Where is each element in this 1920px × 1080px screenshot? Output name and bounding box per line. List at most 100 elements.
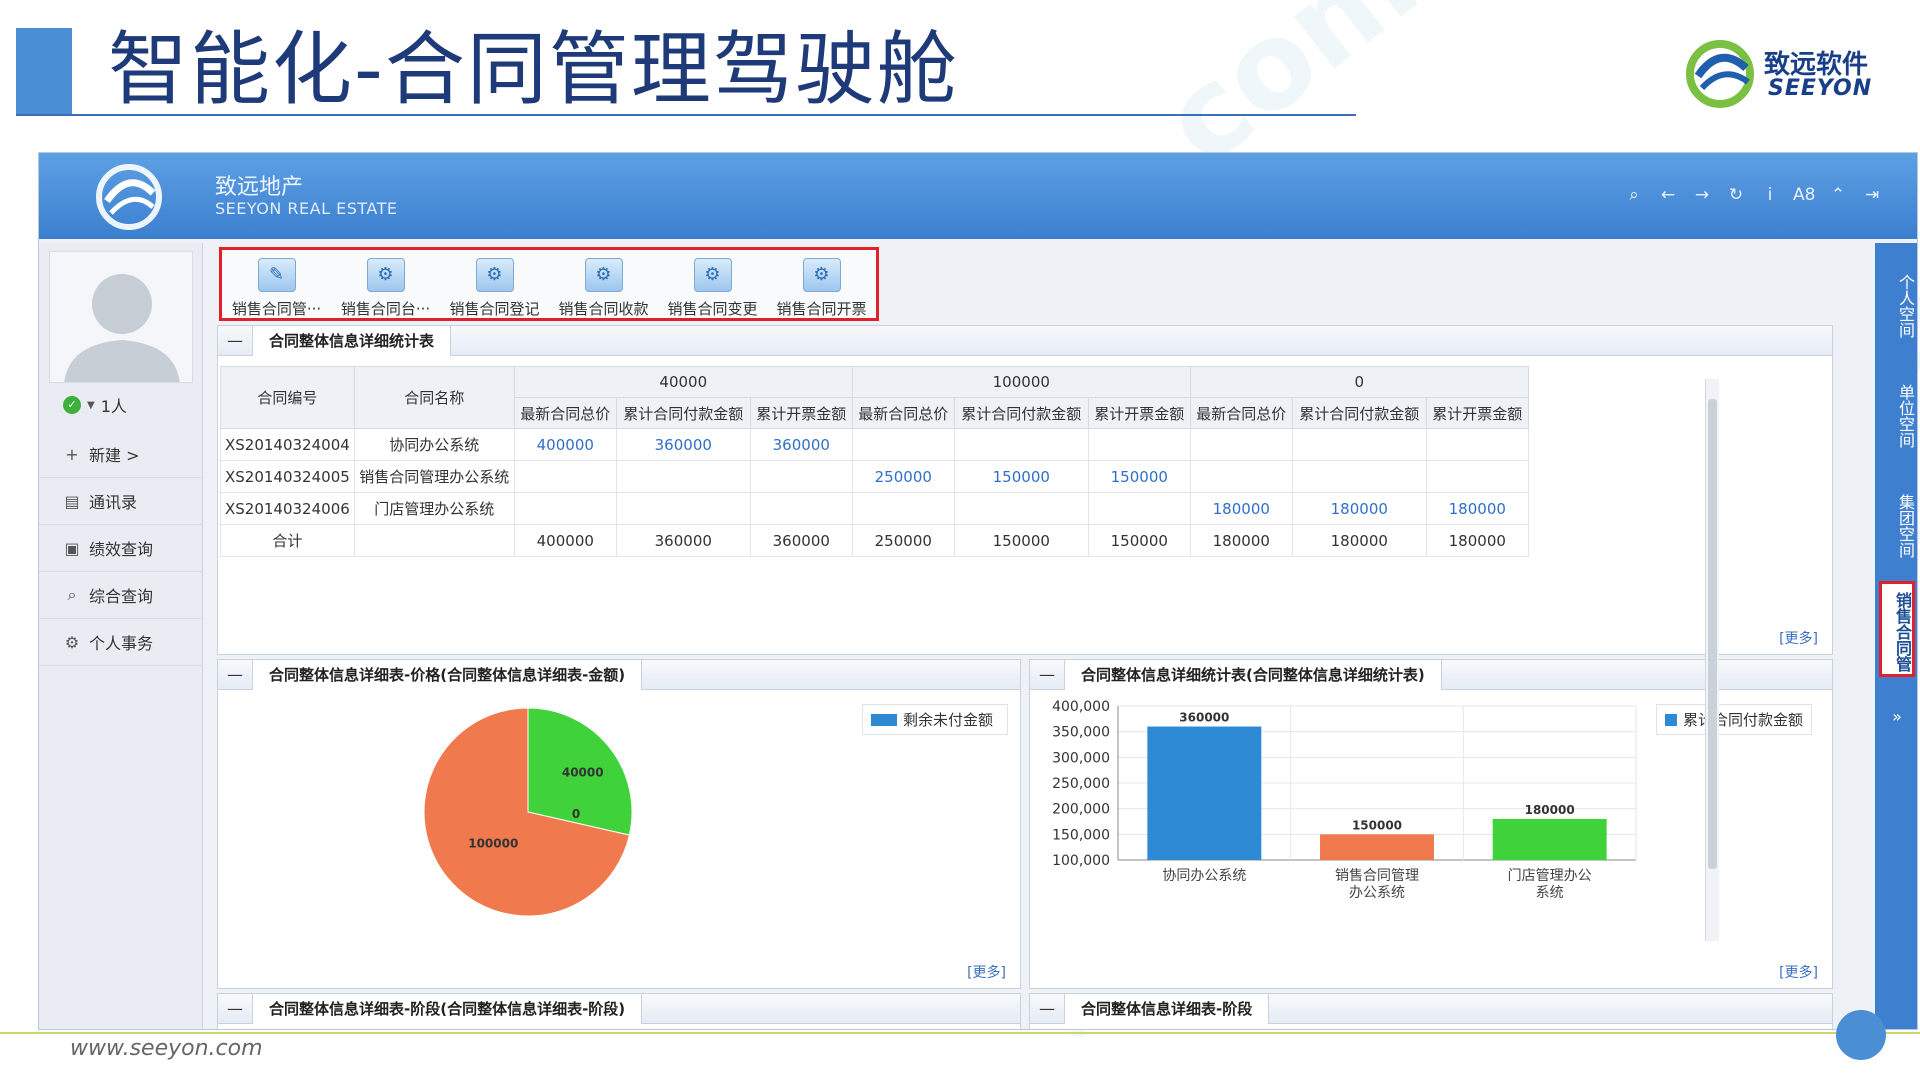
stage-panel-left-title: 合同整体信息详细表-阶段(合同整体信息详细表-阶段) [252, 993, 643, 1024]
avatar[interactable] [49, 251, 193, 383]
shortcut-label: 销售合同管··· [231, 300, 322, 318]
performance-icon: ▣ [64, 538, 80, 558]
stats-panel: — 合同整体信息详细统计表 合同编号 合同名称 40000 100000 0 最新合同总价… [217, 325, 1833, 655]
y-tick-label: 300,000 [1052, 750, 1110, 766]
table-cell [1087, 428, 1191, 461]
table-cell[interactable]: 400000 [513, 428, 617, 461]
total-row: 合计 400000 360000 360000 250000 150000 150000 18… [220, 524, 1529, 557]
table-cell [851, 428, 955, 461]
table-row[interactable]: XS20140324004 协同办公系统 400000 360000 360000 [220, 428, 1529, 461]
refresh-icon[interactable]: ↻ [1725, 183, 1747, 207]
bar-data-label: 150000 [1352, 818, 1402, 832]
collapse-button[interactable]: — [1030, 665, 1064, 684]
right-tab-4[interactable]: » [1879, 699, 1915, 739]
shortcut-button[interactable]: ✎ 销售合同管··· [222, 250, 331, 318]
column-header: 累计合同付款金额 [615, 397, 751, 429]
more-link[interactable]: [更多] [967, 962, 1006, 982]
bar-data-label: 360000 [1179, 711, 1229, 725]
sidebar-item-2[interactable]: ▣ 绩效查询 [39, 525, 203, 572]
column-header: 累计开票金额 [1425, 397, 1529, 429]
back-icon[interactable]: ← [1657, 183, 1679, 207]
more-link[interactable]: [更多] [1779, 628, 1818, 648]
table-cell[interactable]: 150000 [953, 460, 1089, 493]
shortcut-button[interactable]: ⚙ 销售合同收款 [549, 250, 658, 318]
table-cell[interactable]: 180000 [1425, 492, 1529, 525]
bar-panel-title: 合同整体信息详细统计表(合同整体信息详细统计表) [1064, 659, 1442, 690]
left-sidebar: ✓ ▼ 1人 +新建 >▤通讯录▣绩效查询⌕综合查询⚙个人事务 6% 消息 [39, 243, 203, 1029]
shortcut-label: 销售合同变更 [667, 300, 758, 318]
collapse-icon[interactable]: ⌃ [1827, 183, 1849, 207]
pie-data-label: 100000 [468, 837, 518, 851]
gear-icon: ⚙ [584, 258, 623, 292]
x-tick-label: 销售合同管理 [1335, 868, 1419, 884]
table-cell [513, 492, 617, 525]
contract-number: XS20140324006 [220, 492, 355, 525]
vertical-scrollbar[interactable] [1705, 379, 1719, 941]
table-cell[interactable]: 150000 [1087, 460, 1191, 493]
column-header: 合同名称 [353, 366, 515, 429]
table-cell[interactable]: 360000 [615, 428, 751, 461]
shortcut-button[interactable]: ⚙ 销售合同开票 [767, 250, 876, 318]
shortcut-button[interactable]: ⚙ 销售合同登记 [440, 250, 549, 318]
footer-divider [0, 1032, 1920, 1034]
more-link[interactable]: [更多] [1779, 962, 1818, 982]
table-cell [1189, 428, 1293, 461]
info-icon[interactable]: i [1759, 183, 1781, 207]
column-header: 累计开票金额 [1087, 397, 1191, 429]
bar[interactable] [1320, 834, 1434, 860]
sidebar-item-4[interactable]: ⚙ 个人事务 [39, 619, 203, 666]
pie-legend[interactable]: 剩余未付金额 [862, 704, 1008, 735]
bar-legend[interactable]: 累计合同付款金额 [1656, 704, 1812, 735]
sidebar-item-0[interactable]: + 新建 > [39, 431, 203, 478]
tool-icon: ✎ [257, 258, 296, 292]
right-tab-3[interactable]: 销售合同管 [1879, 581, 1915, 677]
y-tick-label: 200,000 [1052, 802, 1110, 818]
title-divider [16, 114, 1356, 116]
title-accent-bar [16, 28, 72, 114]
forward-icon[interactable]: → [1691, 183, 1713, 207]
table-cell [513, 460, 617, 493]
sidebar-item-3[interactable]: ⌕ 综合查询 [39, 572, 203, 619]
total-cell: 180000 [1291, 524, 1427, 557]
bar[interactable] [1492, 818, 1607, 860]
shortcut-label: 销售合同台··· [340, 300, 431, 318]
right-tab-0[interactable]: 个人空间 [1879, 257, 1915, 349]
collapse-button[interactable]: — [1030, 999, 1064, 1018]
chevron-down-icon: ▼ [87, 399, 95, 411]
sidebar-item-label: 新建 > [89, 446, 140, 465]
header-toolbar: ⌕ ← → ↻ i A8 ⌃ ⇥ [1623, 183, 1883, 207]
shortcut-bar: ✎ 销售合同管··· ⚙ 销售合同台··· ⚙ 销售合同登记 ⚙ 销售合同收款 ⚙ 销售合同变更 ⚙… [219, 247, 879, 321]
shortcut-label: 销售合同开票 [776, 300, 867, 318]
collapse-button[interactable]: — [218, 999, 252, 1018]
collapse-button[interactable]: — [218, 665, 252, 684]
logout-icon[interactable]: ⇥ [1861, 183, 1883, 207]
table-cell[interactable]: 250000 [851, 460, 955, 493]
pie-panel-title: 合同整体信息详细表-价格(合同整体信息详细表-金额) [252, 659, 643, 690]
search-icon[interactable]: ⌕ [1623, 183, 1645, 207]
x-tick-label: 协同办公系统 [1162, 868, 1246, 884]
font-size-icon[interactable]: A8 [1793, 183, 1815, 207]
shortcut-button[interactable]: ⚙ 销售合同台··· [331, 250, 440, 318]
table-cell[interactable]: 180000 [1291, 492, 1427, 525]
contract-name: 销售合同管理办公系统 [353, 460, 515, 493]
table-cell [749, 460, 853, 493]
online-status[interactable]: ✓ ▼ 1人 [63, 393, 127, 417]
gear-icon: ⚙ [64, 632, 80, 652]
bar[interactable] [1147, 726, 1262, 860]
table-cell [1425, 428, 1529, 461]
table-cell[interactable]: 180000 [1189, 492, 1293, 525]
column-header: 累计合同付款金额 [1291, 397, 1427, 429]
sidebar-item-label: 绩效查询 [89, 540, 154, 559]
collapse-button[interactable]: — [218, 331, 252, 350]
app-name: 致远地产 [215, 175, 304, 200]
shortcut-label: 销售合同登记 [449, 300, 540, 318]
sidebar-item-1[interactable]: ▤ 通讯录 [39, 478, 203, 525]
table-cell[interactable]: 360000 [749, 428, 853, 461]
main-content: ✎ 销售合同管··· ⚙ 销售合同台··· ⚙ 销售合同登记 ⚙ 销售合同收款 ⚙ 销售合同变更 ⚙… [215, 243, 1875, 1029]
table-row[interactable]: XS20140324005 销售合同管理办公系统 250000 150000 15000… [220, 460, 1529, 493]
table-row[interactable]: XS20140324006 门店管理办公系统 180000 180000 180000 [220, 492, 1529, 525]
right-tab-1[interactable]: 单位空间 [1879, 367, 1915, 459]
shortcut-button[interactable]: ⚙ 销售合同变更 [658, 250, 767, 318]
scrollbar-thumb[interactable] [1708, 399, 1717, 869]
right-tab-2[interactable]: 集团空间 [1879, 477, 1915, 569]
